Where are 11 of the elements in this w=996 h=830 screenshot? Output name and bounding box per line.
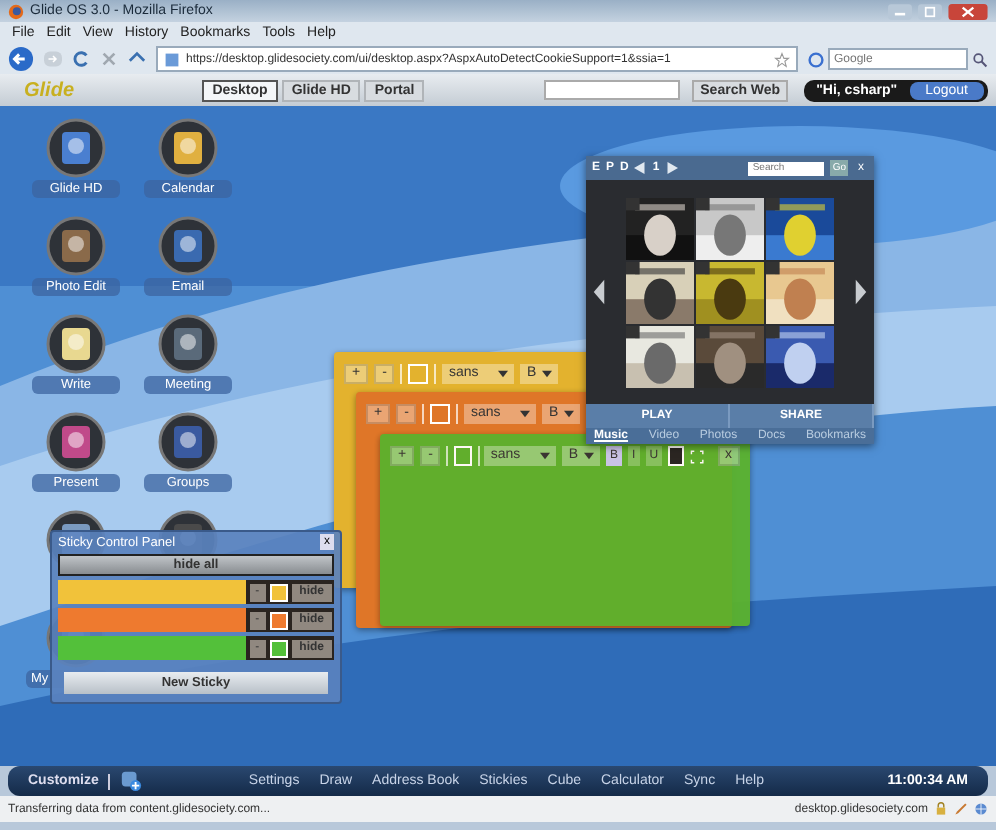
search-icon[interactable] xyxy=(972,51,988,67)
globe-icon xyxy=(974,802,988,816)
page-icon xyxy=(164,51,180,67)
pencil-icon xyxy=(954,802,968,816)
reload-icon[interactable] xyxy=(72,50,90,68)
close-icon[interactable] xyxy=(948,3,988,19)
back-icon[interactable] xyxy=(8,46,34,72)
web-search-field[interactable] xyxy=(544,80,681,100)
star-icon[interactable] xyxy=(774,51,790,67)
lock-icon xyxy=(934,802,948,816)
add-app-icon[interactable] xyxy=(120,770,143,792)
